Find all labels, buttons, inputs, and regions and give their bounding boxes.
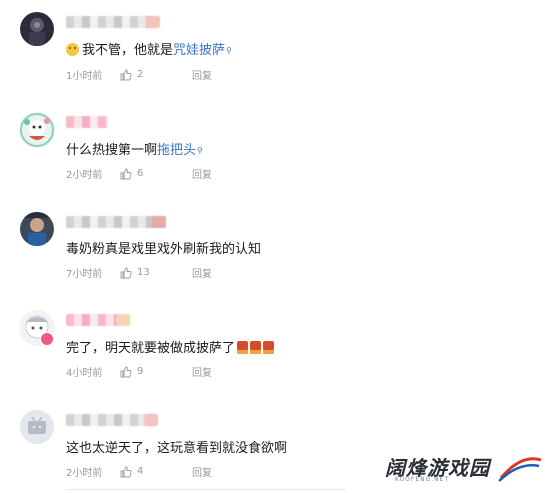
timestamp: 1小时前 (66, 71, 103, 82)
divider (66, 489, 346, 490)
timestamp: 2小时前 (66, 170, 103, 181)
comment-meta: 1小时前 2 回复 (66, 67, 212, 82)
vip-badge-icon (40, 332, 54, 346)
watermark-subtitle: KUOFENG.NET (395, 476, 450, 483)
username-badge-blurred (144, 414, 158, 426)
timestamp: 4小时前 (66, 368, 103, 379)
avatar[interactable] (20, 12, 54, 46)
thumbs-up-icon (120, 466, 132, 477)
like-button[interactable]: 4 (120, 466, 192, 478)
comment-meta: 2小时前 4 回复 (66, 464, 212, 479)
timestamp: 2小时前 (66, 468, 103, 479)
comment-meta: 7小时前 13 回复 (66, 265, 212, 280)
username-badge-blurred (146, 16, 160, 28)
reply-button[interactable]: 回复 (192, 67, 212, 82)
reply-button[interactable]: 回复 (192, 464, 212, 479)
username-blurred[interactable] (66, 414, 156, 426)
site-watermark: 阔烽游戏园 KUOFENG.NET (385, 452, 545, 488)
search-icon: ⚲ (197, 146, 203, 155)
reply-button[interactable]: 回复 (192, 265, 212, 280)
like-count: 4 (137, 466, 144, 477)
like-button[interactable]: 13 (120, 267, 192, 279)
thumbs-up-icon (120, 168, 132, 179)
like-count: 9 (137, 366, 144, 377)
username-blurred[interactable] (66, 216, 164, 228)
like-count: 13 (137, 267, 150, 278)
comment-text: 我不管，他就是咒娃披萨⚲ (66, 43, 232, 59)
username-blurred[interactable] (66, 116, 108, 128)
like-button[interactable]: 6 (120, 168, 192, 180)
username-badge-blurred (116, 314, 130, 326)
thumbs-up-icon (120, 69, 132, 80)
reply-button[interactable]: 回复 (192, 364, 212, 379)
comment-text: 这也太逆天了，这玩意看到就没食欲啊 (66, 441, 288, 456)
reply-button[interactable]: 回复 (192, 166, 212, 181)
username-badge-blurred (152, 216, 166, 228)
search-icon: ⚲ (226, 46, 232, 55)
thumbs-up-icon (120, 267, 132, 278)
topic-link[interactable]: 拖把头 (157, 143, 196, 158)
topic-link[interactable]: 咒娃披萨 (173, 43, 225, 58)
like-count: 2 (137, 69, 144, 80)
avatar[interactable] (19, 112, 55, 148)
thumbs-up-icon (120, 366, 132, 377)
comment-meta: 4小时前 9 回复 (66, 364, 212, 379)
comment-meta: 2小时前 6 回复 (66, 166, 212, 181)
fire-emoji-icon (263, 341, 275, 354)
avatar[interactable] (20, 212, 54, 246)
avatar[interactable] (20, 410, 54, 444)
tv-placeholder-icon (20, 410, 54, 444)
comment-text: 完了，明天就要被做成披萨了 (66, 341, 275, 357)
fire-emoji-icon (250, 341, 262, 354)
like-button[interactable]: 2 (120, 69, 192, 81)
swoosh-logo-icon (498, 457, 542, 482)
username-blurred[interactable] (66, 314, 118, 326)
comment-text: 毒奶粉真是戏里戏外刷新我的认知 (66, 242, 262, 257)
smiling-face-icon (66, 43, 79, 56)
like-button[interactable]: 9 (120, 366, 192, 378)
comment-text: 什么热搜第一啊拖把头⚲ (66, 143, 203, 158)
username-blurred[interactable] (66, 16, 158, 28)
timestamp: 7小时前 (66, 269, 103, 280)
like-count: 6 (137, 168, 144, 179)
fire-emoji-icon (237, 341, 249, 354)
